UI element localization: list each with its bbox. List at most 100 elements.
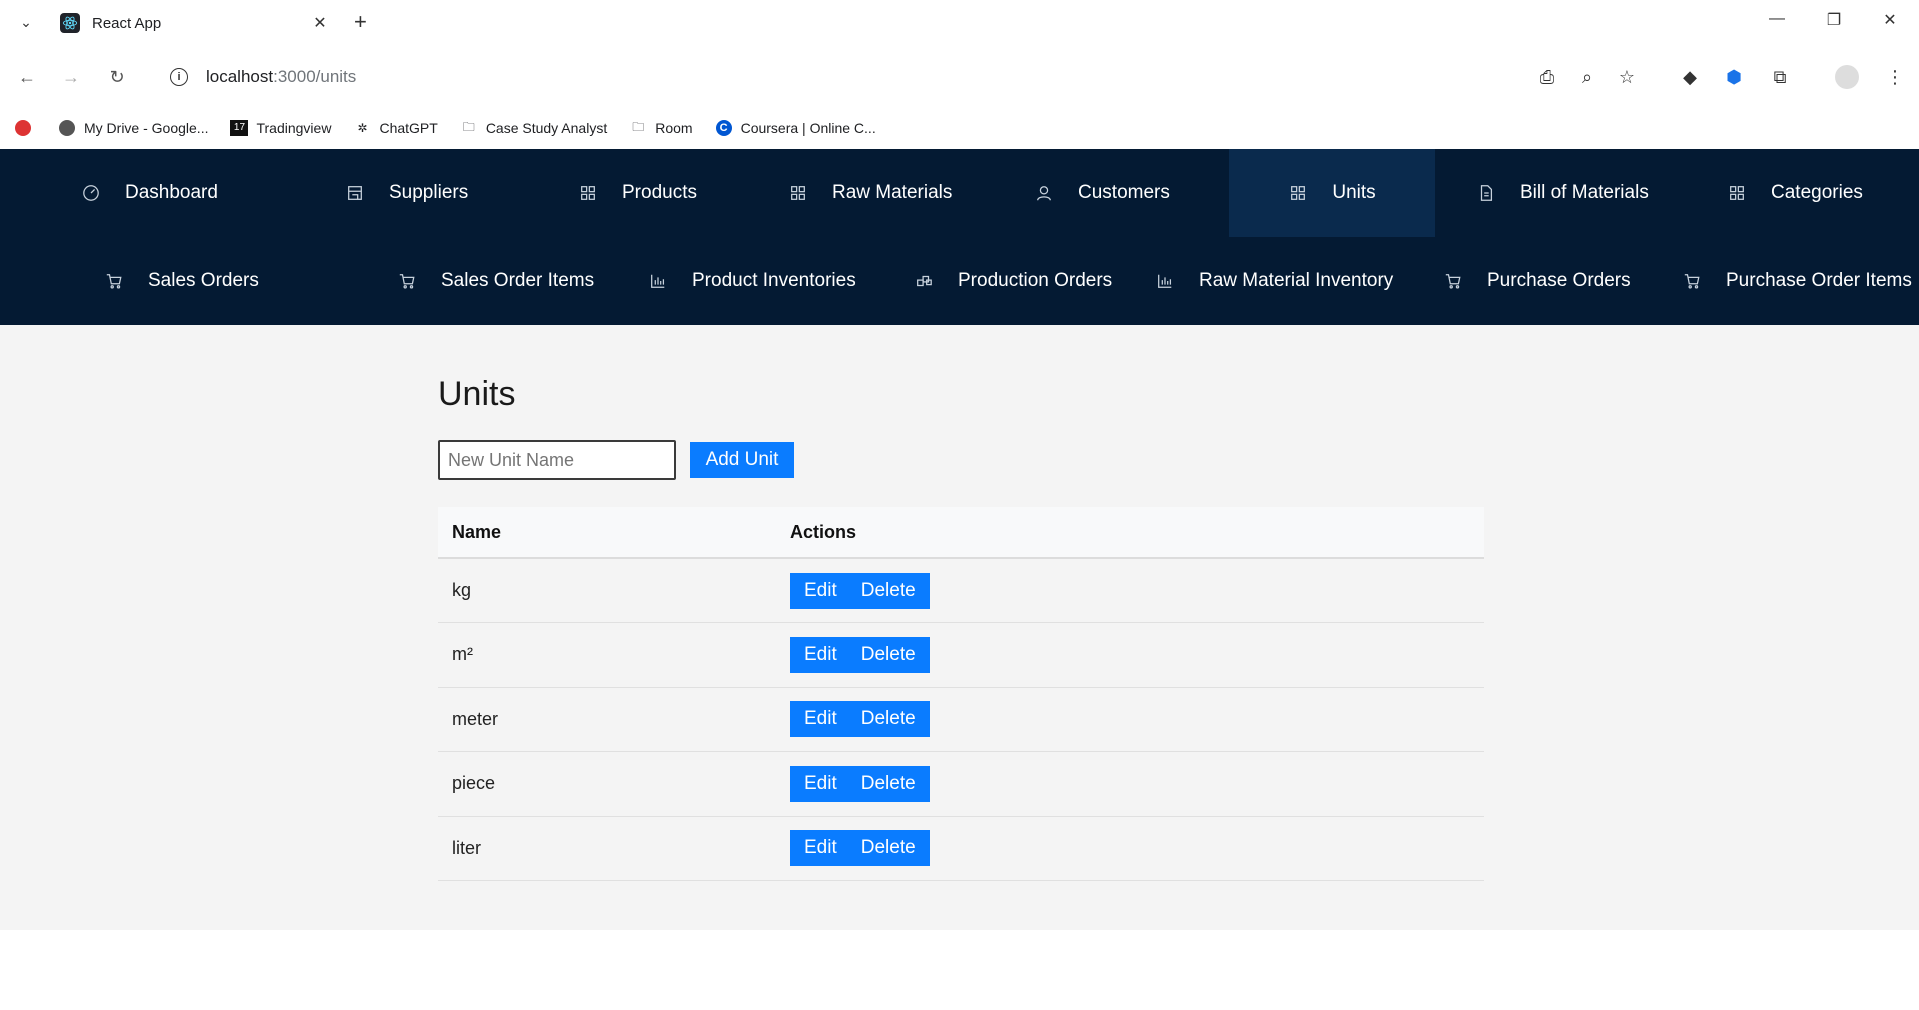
forward-icon[interactable]: → xyxy=(58,64,84,90)
edit-button[interactable]: Edit xyxy=(790,636,851,673)
nav-item-suppliers[interactable]: Suppliers xyxy=(345,149,468,237)
nav-item-sales-order-items[interactable]: Sales Order Items xyxy=(397,237,594,325)
grid-icon xyxy=(1288,183,1308,203)
restore-icon[interactable]: ❐ xyxy=(1822,10,1846,30)
nav-item-product-inventories[interactable]: Product Inventories xyxy=(648,237,856,325)
actions-cell: Edit Delete xyxy=(776,687,1484,752)
nav-item-label: Product Inventories xyxy=(692,270,856,291)
bookmark-label: Case Study Analyst xyxy=(485,120,608,136)
table-row: kg Edit Delete xyxy=(438,558,1484,623)
nav-item-products[interactable]: Products xyxy=(578,149,697,237)
folder-icon: 🗀 xyxy=(632,119,645,134)
unit-name-cell: liter xyxy=(438,816,776,881)
edit-button[interactable]: Edit xyxy=(790,572,851,609)
delete-button[interactable]: Delete xyxy=(846,765,930,802)
tab-close-icon[interactable]: ✕ xyxy=(310,13,330,33)
cart-icon xyxy=(1443,271,1463,291)
bookmark-label: Room xyxy=(655,120,693,136)
actions-cell: Edit Delete xyxy=(776,622,1484,688)
unit-name-cell: piece xyxy=(438,751,776,817)
tradingview-icon: 17 xyxy=(230,119,249,137)
document-icon xyxy=(1476,183,1496,203)
extensions-puzzle-icon[interactable]: ⧉ xyxy=(1767,64,1793,90)
bookmark-label: Tradingview xyxy=(256,120,332,136)
nav-item-raw-material-inventory[interactable]: Raw Material Inventory xyxy=(1155,237,1393,325)
browser-tab[interactable]: React App ✕ xyxy=(50,6,340,40)
bookmark-label: Coursera | Online C... xyxy=(740,120,876,136)
new-tab-icon[interactable]: + xyxy=(354,10,367,34)
add-unit-button[interactable]: Add Unit xyxy=(690,442,794,478)
url-bar[interactable]: i localhost:3000/units xyxy=(158,56,1528,98)
bookmark-item[interactable] xyxy=(14,119,40,137)
actions-cell: Edit Delete xyxy=(776,816,1484,881)
nav-item-purchase-orders[interactable]: Purchase Orders xyxy=(1443,237,1631,325)
table-header-row: Name Actions xyxy=(438,507,1484,559)
edit-button[interactable]: Edit xyxy=(790,701,851,738)
unit-name-cell: meter xyxy=(438,687,776,752)
nav-item-label: Purchase Orders xyxy=(1487,270,1631,291)
site-info-icon[interactable]: i xyxy=(170,68,188,86)
back-icon[interactable]: ← xyxy=(14,64,40,90)
delete-button[interactable]: Delete xyxy=(846,701,930,738)
nav-item-sales-orders[interactable]: Sales Orders xyxy=(104,237,259,325)
app-navbar: Dashboard Suppliers Products Raw Materia… xyxy=(0,149,1919,325)
profile-avatar-icon[interactable] xyxy=(1834,64,1860,90)
bookmark-item[interactable]: C Coursera | Online C... xyxy=(715,119,876,137)
browser-menu-icon[interactable]: ⋮ xyxy=(1882,64,1908,90)
nav-item-bill-of-materials[interactable]: Bill of Materials xyxy=(1476,149,1649,237)
install-app-icon[interactable]: ⎙ xyxy=(1534,64,1560,90)
edit-button[interactable]: Edit xyxy=(790,765,851,802)
coursera-icon: C xyxy=(715,119,733,137)
bookmark-item[interactable]: 17 Tradingview xyxy=(230,119,331,137)
bookmark-item[interactable]: 🗀 Case Study Analyst xyxy=(460,119,607,137)
chatgpt-icon: ✲ xyxy=(357,121,368,135)
bookmark-item[interactable]: 🗀 Room xyxy=(629,119,692,137)
column-header-actions: Actions xyxy=(776,507,1484,559)
nav-item-categories[interactable]: Categories xyxy=(1727,149,1863,237)
bookmark-item[interactable]: My Drive - Google... xyxy=(58,119,208,137)
zoom-icon[interactable]: ⌕ xyxy=(1574,64,1600,90)
extension-shield-icon[interactable]: ⬢ xyxy=(1721,64,1747,90)
minimize-icon[interactable]: — xyxy=(1765,10,1789,28)
bookmark-star-icon[interactable]: ☆ xyxy=(1614,64,1640,90)
nav-item-dashboard[interactable]: Dashboard xyxy=(81,149,218,237)
nav-item-label: Units xyxy=(1332,182,1376,203)
nav-item-label: Bill of Materials xyxy=(1520,182,1649,203)
unit-name-cell: m² xyxy=(438,622,776,688)
grid-icon xyxy=(788,183,808,203)
new-unit-name-input[interactable] xyxy=(438,440,676,480)
nav-item-raw-materials[interactable]: Raw Materials xyxy=(788,149,952,237)
nav-item-purchase-order-items[interactable]: Purchase Order Items xyxy=(1682,237,1912,325)
reload-icon[interactable]: ↻ xyxy=(104,64,130,90)
globe-icon xyxy=(58,119,76,137)
edit-button[interactable]: Edit xyxy=(790,830,851,867)
nav-item-label: Suppliers xyxy=(389,182,469,203)
nav-item-units[interactable]: Units xyxy=(1229,149,1435,237)
browser-tab-bar: ⌄ React App ✕ + — ❐ ✕ xyxy=(0,0,1919,46)
main-content: Units Add Unit Name Actions kg EditDelet… xyxy=(0,325,1919,930)
user-icon xyxy=(1034,183,1054,203)
grid-icon xyxy=(1727,183,1747,203)
blocks-icon xyxy=(914,271,934,291)
delete-button[interactable]: Delete xyxy=(846,636,930,673)
nav-item-label: Products xyxy=(622,182,697,203)
delete-button[interactable]: Delete xyxy=(846,830,930,867)
nav-item-label: Purchase Order Items xyxy=(1726,270,1912,291)
tomato-icon xyxy=(14,119,32,137)
delete-button[interactable]: Delete xyxy=(846,572,930,609)
bookmarks-bar: My Drive - Google... 17 Tradingview ✲ Chat… xyxy=(0,108,1919,148)
extension-icon[interactable]: ◆ xyxy=(1677,64,1703,90)
tab-title: React App xyxy=(92,14,162,32)
nav-item-production-orders[interactable]: Production Orders xyxy=(914,237,1112,325)
table-row: liter Edit Delete xyxy=(438,816,1484,881)
nav-item-label: Sales Orders xyxy=(148,270,259,291)
bookmark-item[interactable]: ✲ ChatGPT xyxy=(353,119,437,137)
bar-chart-icon xyxy=(648,271,668,291)
nav-item-label: Sales Order Items xyxy=(441,270,595,291)
tab-search-chevron-icon[interactable]: ⌄ xyxy=(16,10,36,34)
cart-icon xyxy=(1682,271,1702,291)
close-window-icon[interactable]: ✕ xyxy=(1878,10,1902,30)
nav-item-label: Production Orders xyxy=(958,270,1113,291)
nav-item-customers[interactable]: Customers xyxy=(1034,149,1170,237)
cart-icon xyxy=(104,271,124,291)
